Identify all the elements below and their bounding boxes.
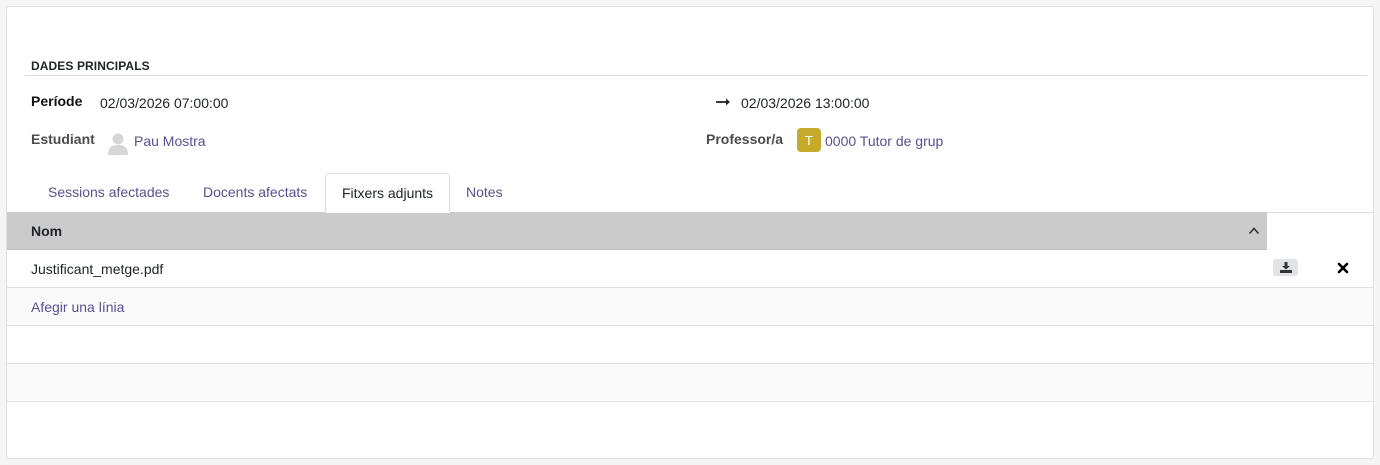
column-header-label: Nom	[31, 223, 63, 239]
professor-avatar: T	[797, 128, 821, 152]
sort-ascending-icon[interactable]	[1248, 226, 1260, 236]
section-title: DADES PRINCIPALS	[31, 59, 150, 73]
file-name-cell: Justificant_metge.pdf	[31, 261, 164, 277]
professor-label: Professor/a	[706, 131, 784, 147]
user-avatar-icon	[108, 133, 128, 155]
tab-docents-afectats[interactable]: Docents afectats	[187, 173, 323, 213]
section-divider	[25, 75, 1367, 76]
download-icon	[1279, 262, 1292, 273]
estudiant-link[interactable]: Pau Mostra	[134, 133, 206, 149]
column-header-nom[interactable]: Nom	[7, 212, 1267, 250]
form-sheet: DADES PRINCIPALS Període 02/03/2026 07:0…	[6, 6, 1374, 459]
professor-link[interactable]: 0000 Tutor de grup	[825, 133, 943, 149]
empty-row	[7, 364, 1373, 402]
table-row[interactable]: Justificant_metge.pdf	[7, 250, 1373, 288]
add-line-row: Afegir una línia	[7, 288, 1373, 326]
periode-label: Període	[31, 93, 83, 109]
estudiant-label: Estudiant	[31, 131, 95, 147]
tab-fitxers-adjunts[interactable]: Fitxers adjunts	[325, 173, 451, 213]
tab-sessions-afectades[interactable]: Sessions afectades	[32, 173, 185, 213]
periode-start[interactable]: 02/03/2026 07:00:00	[100, 95, 228, 111]
tab-notes[interactable]: Notes	[450, 173, 519, 213]
delete-icon[interactable]	[1337, 262, 1349, 274]
arrow-right-icon	[716, 98, 730, 106]
empty-row	[7, 326, 1373, 364]
add-line-link[interactable]: Afegir una línia	[31, 299, 124, 315]
notebook-tabs: Sessions afectades Docents afectats Fitx…	[7, 173, 1373, 213]
download-button[interactable]	[1273, 259, 1298, 276]
periode-end[interactable]: 02/03/2026 13:00:00	[741, 95, 869, 111]
